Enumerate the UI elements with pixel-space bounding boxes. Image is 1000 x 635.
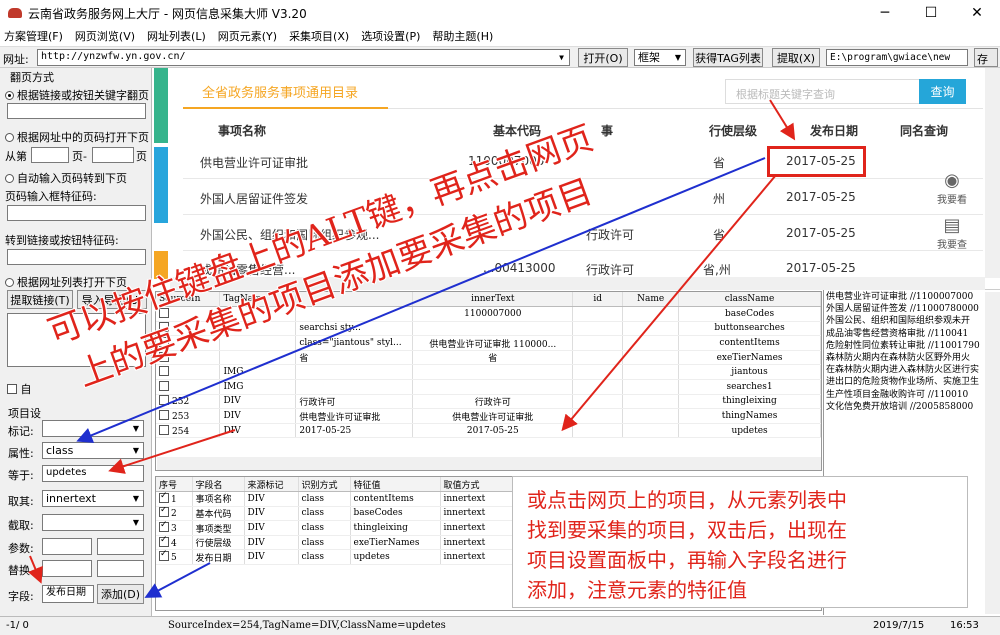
annotation-box-line: 添加，注意元素的特征值 xyxy=(527,578,747,602)
arrow-red-to-element-row xyxy=(561,174,777,432)
annotation-box: 或点击网页上的项目，从元素列表中 找到要采集的项目，双击后，出现在 项目设置面板… xyxy=(512,476,968,608)
arrow-red-to-equals xyxy=(108,429,236,474)
annotation-box-line: 找到要采集的项目，双击后，出现在 xyxy=(527,518,847,542)
arrow-red-to-field xyxy=(28,555,43,584)
arrow-blue-to-add xyxy=(144,562,211,598)
annotation-box-line: 项目设置面板中，再输入字段名进行 xyxy=(527,548,847,572)
arrow-red-to-date xyxy=(769,99,796,141)
annotation-box-line: 或点击网页上的项目，从元素列表中 xyxy=(527,488,847,512)
